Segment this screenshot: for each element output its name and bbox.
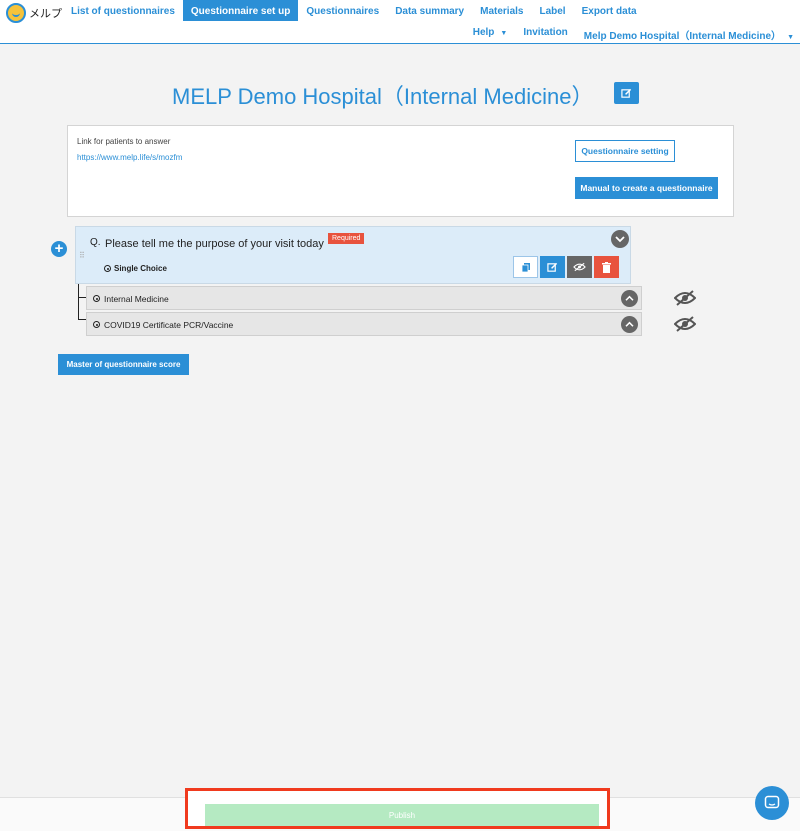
edit-question-button[interactable] <box>540 256 565 278</box>
copy-question-button[interactable] <box>513 256 538 278</box>
tab-export-data[interactable]: Export data <box>574 0 645 21</box>
logo-text: メルプ <box>29 8 62 20</box>
hide-question-button[interactable] <box>567 256 592 278</box>
option-row[interactable]: Internal Medicine <box>86 286 642 310</box>
question-card[interactable]: ⠿ Q. Please tell me the purpose of your … <box>75 226 631 284</box>
chevron-up-icon <box>625 321 634 327</box>
chevron-up-icon <box>625 295 634 301</box>
primary-nav: List of questionnaires Questionnaire set… <box>63 0 645 21</box>
question-type-label: Single Choice <box>114 264 167 273</box>
chevron-down-icon <box>615 236 625 243</box>
eye-off-icon[interactable] <box>674 290 696 306</box>
question-type: Single Choice <box>104 264 167 273</box>
option-label: COVID19 Certificate PCR/Vaccine <box>104 320 234 330</box>
tab-label[interactable]: Label <box>531 0 573 21</box>
link-label: Link for patients to answer <box>77 137 171 146</box>
secondary-nav: Help ▼ Invitation Melp Demo Hospital（Inte… <box>473 27 794 42</box>
questionnaire-setting-button[interactable]: Questionnaire setting <box>575 140 675 162</box>
eye-off-icon <box>573 262 586 272</box>
manual-button[interactable]: Manual to create a questionnaire <box>575 177 718 199</box>
caret-down-icon: ▼ <box>787 34 794 41</box>
radio-icon <box>104 265 111 272</box>
radio-icon <box>93 295 100 302</box>
copy-icon <box>521 263 530 272</box>
page-title: MELP Demo Hospital（Internal Medicine） <box>172 84 594 109</box>
edit-icon <box>621 88 632 98</box>
drag-handle-icon[interactable]: ⠿ <box>79 251 85 260</box>
app-logo[interactable]: メルプ <box>6 3 62 23</box>
question-actions <box>513 256 619 278</box>
patient-link-panel: Link for patients to answer https://www.… <box>67 125 734 217</box>
option-label: Internal Medicine <box>104 294 169 304</box>
tab-list-of-questionnaires[interactable]: List of questionnaires <box>63 0 183 21</box>
add-question-icon[interactable]: + <box>51 241 67 257</box>
patient-link-url[interactable]: https://www.melp.life/s/mozfm <box>77 153 182 162</box>
chat-support-button[interactable] <box>755 786 789 820</box>
option-row[interactable]: COVID19 Certificate PCR/Vaccine <box>86 312 642 336</box>
account-label: Melp Demo Hospital（Internal Medicine） <box>583 31 782 42</box>
top-nav: メルプ List of questionnaires Questionnaire… <box>0 0 800 44</box>
tab-questionnaires[interactable]: Questionnaires <box>298 0 387 21</box>
chat-icon <box>764 795 780 809</box>
expand-option-button[interactable] <box>621 290 638 307</box>
tab-questionnaire-set-up[interactable]: Questionnaire set up <box>182 0 299 21</box>
publish-highlight-frame: Publish <box>185 788 610 829</box>
help-label: Help <box>472 27 495 38</box>
help-menu[interactable]: Help ▼ <box>473 27 508 42</box>
tab-materials[interactable]: Materials <box>472 0 531 21</box>
tab-data-summary[interactable]: Data summary <box>387 0 472 21</box>
collapse-question-button[interactable] <box>611 230 629 248</box>
account-menu[interactable]: Melp Demo Hospital（Internal Medicine） ▼ <box>584 27 794 42</box>
option-tree-connector <box>78 284 86 320</box>
option-tree-tick <box>78 297 86 298</box>
question-text: Please tell me the purpose of your visit… <box>105 238 324 250</box>
caret-down-icon: ▼ <box>500 30 508 37</box>
title-area: MELP Demo Hospital（Internal Medicine） <box>0 79 800 109</box>
eye-off-icon[interactable] <box>674 316 696 332</box>
invitation-link[interactable]: Invitation <box>523 27 567 42</box>
edit-title-button[interactable] <box>614 82 639 104</box>
expand-option-button[interactable] <box>621 316 638 333</box>
trash-icon <box>602 261 611 273</box>
publish-button[interactable]: Publish <box>205 804 599 826</box>
melp-logo-icon <box>6 3 26 23</box>
question-prefix: Q. <box>90 237 101 248</box>
radio-icon <box>93 321 100 328</box>
delete-question-button[interactable] <box>594 256 619 278</box>
edit-icon <box>547 262 558 272</box>
required-badge: Required <box>328 233 365 244</box>
master-score-button[interactable]: Master of questionnaire score <box>58 354 189 375</box>
